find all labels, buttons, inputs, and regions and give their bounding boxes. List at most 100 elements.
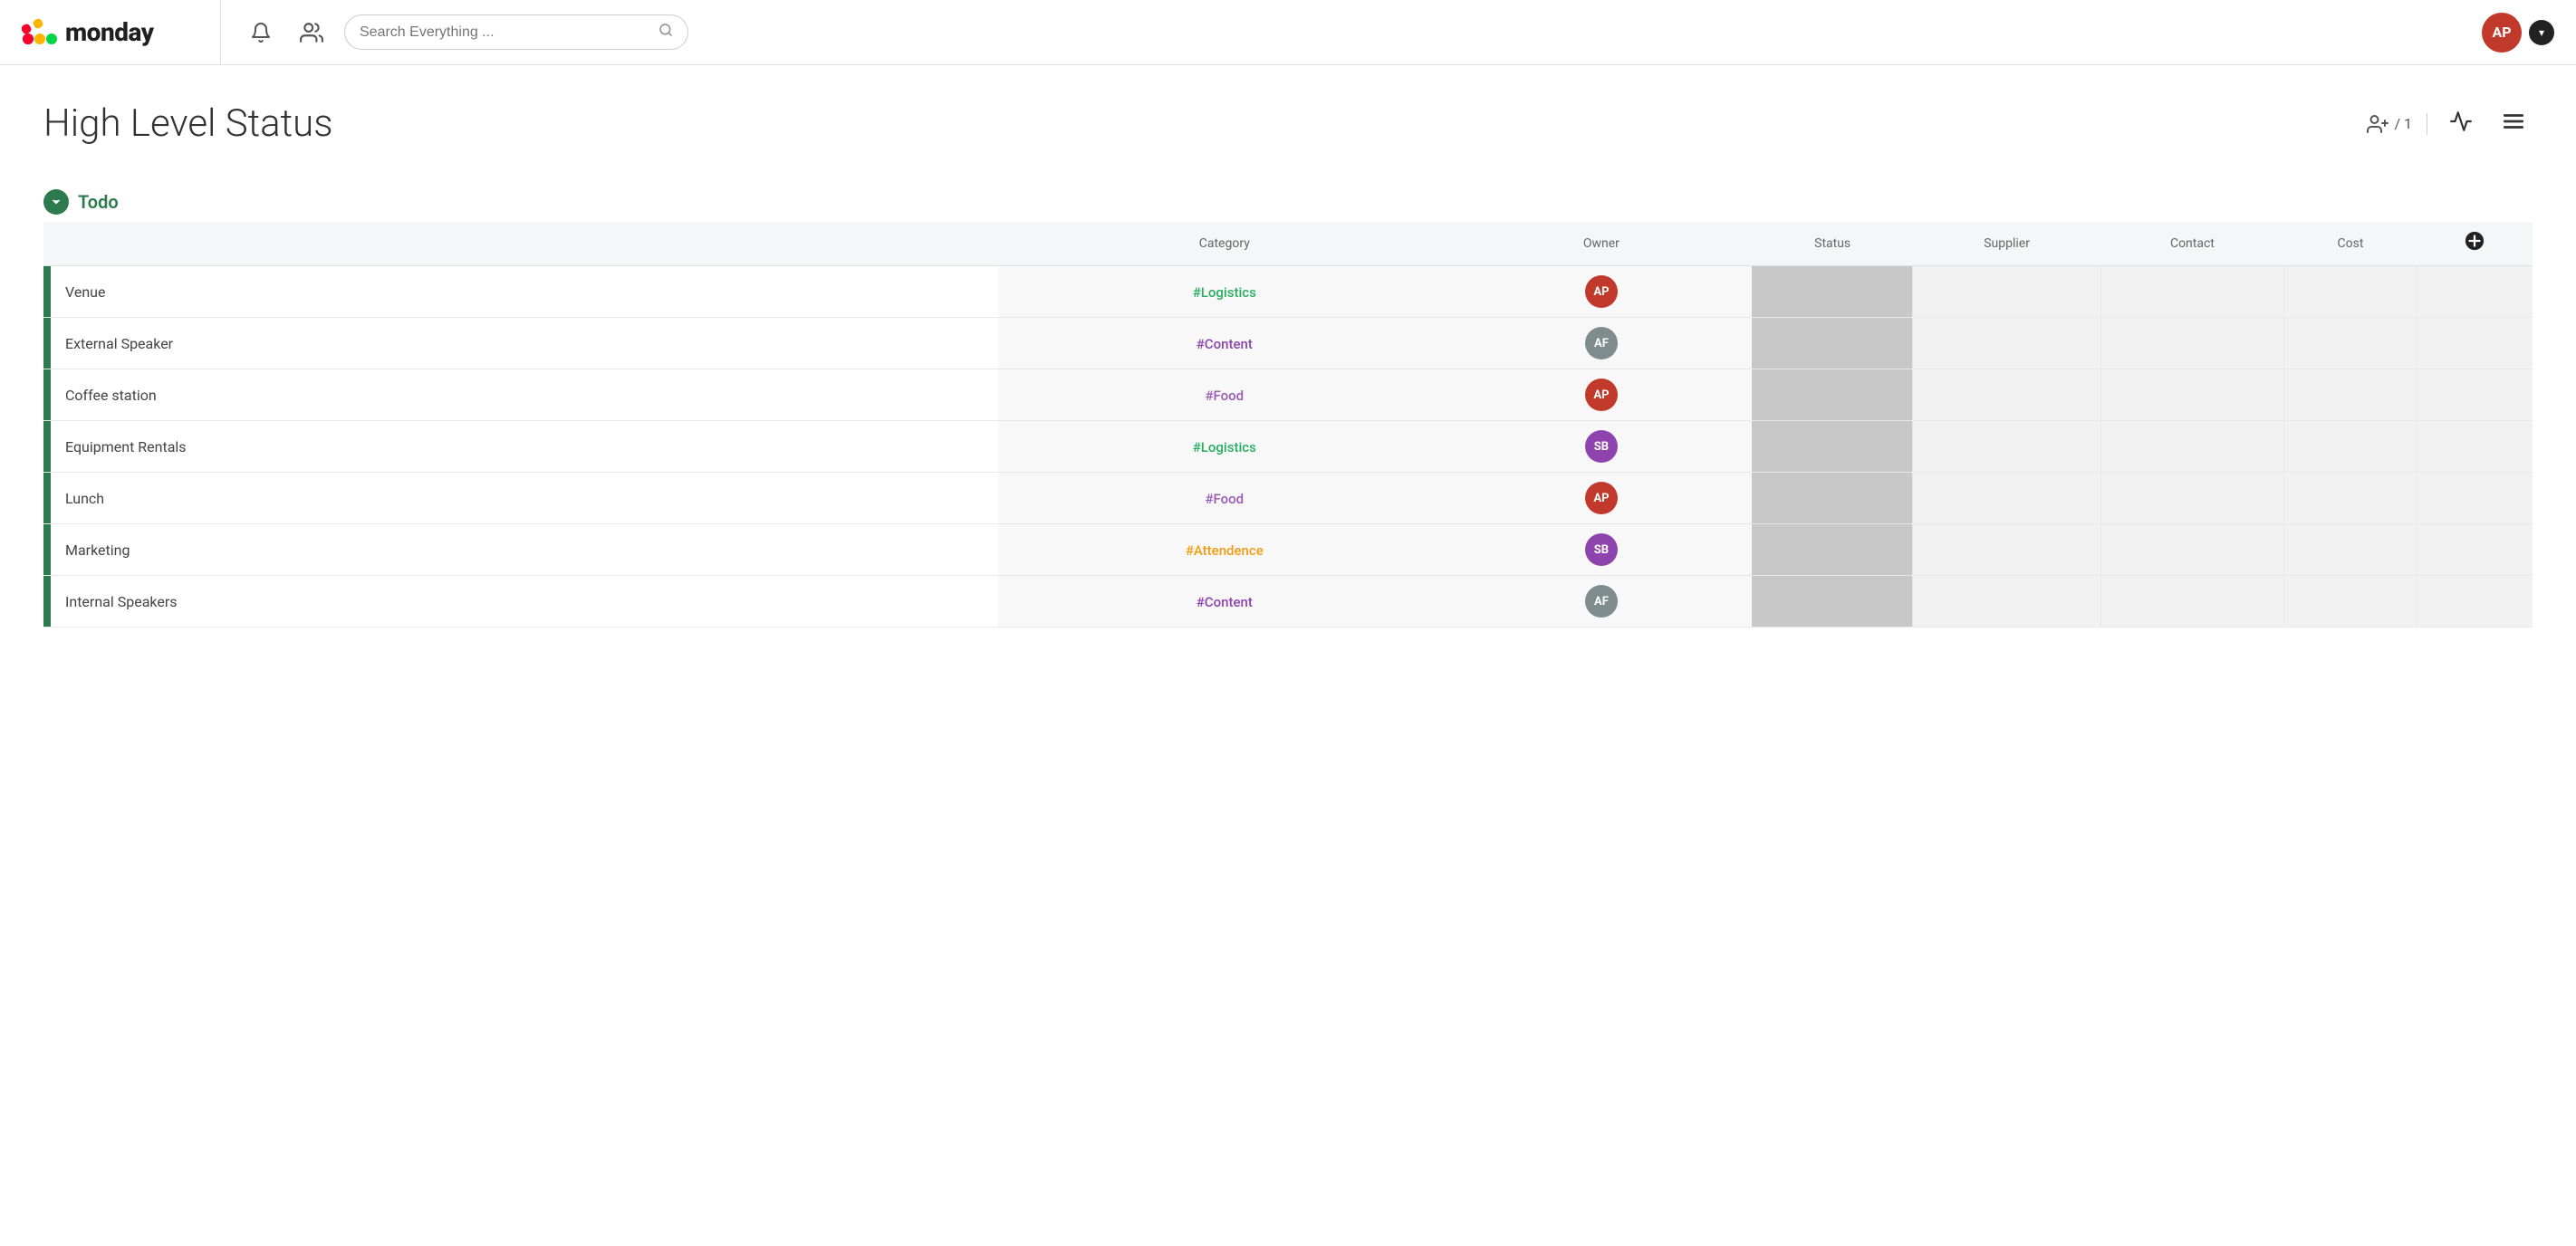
row-supplier-cell-3[interactable] (1913, 421, 2100, 473)
row-category-cell-6[interactable]: #Content (998, 576, 1450, 628)
search-submit-button[interactable] (658, 23, 673, 42)
row-contact-cell-4[interactable] (2100, 473, 2283, 524)
row-extra-cell-0 (2417, 266, 2533, 318)
row-contact-cell-5[interactable] (2100, 524, 2283, 576)
row-supplier-cell-1[interactable] (1913, 318, 2100, 369)
row-color-bar (43, 473, 51, 523)
row-contact-cell-0[interactable] (2100, 266, 2283, 318)
row-owner-cell-4[interactable]: AP (1450, 473, 1752, 524)
header-right: AP ▾ (2482, 13, 2554, 53)
table-body: Venue #Logistics AP External Speaker #Co… (43, 266, 2533, 628)
user-avatar: AP (2482, 13, 2522, 53)
row-name-cell-6[interactable]: Internal Speakers (43, 576, 998, 628)
row-contact-cell-6[interactable] (2100, 576, 2283, 628)
row-cost-cell-5[interactable] (2284, 524, 2417, 576)
table-row[interactable]: External Speaker #Content AF (43, 318, 2533, 369)
row-status-cell-3[interactable] (1752, 421, 1913, 473)
row-cost-cell-1[interactable] (2284, 318, 2417, 369)
table-row[interactable]: Venue #Logistics AP (43, 266, 2533, 318)
row-owner-cell-2[interactable]: AP (1450, 369, 1752, 421)
category-tag: #Content (1197, 594, 1253, 610)
group-name: Todo (78, 191, 119, 213)
search-bar[interactable] (344, 14, 688, 50)
group-header-row: Todo (43, 182, 2533, 222)
row-category-cell-1[interactable]: #Content (998, 318, 1450, 369)
row-status-cell-5[interactable] (1752, 524, 1913, 576)
col-contact-header: Contact (2100, 222, 2283, 266)
row-supplier-cell-5[interactable] (1913, 524, 2100, 576)
row-status-cell-1[interactable] (1752, 318, 1913, 369)
row-cost-cell-6[interactable] (2284, 576, 2417, 628)
menu-button[interactable] (2494, 102, 2533, 146)
row-owner-cell-0[interactable]: AP (1450, 266, 1752, 318)
board-table: Todo Category Owner Status Supplier Cont… (43, 182, 2533, 628)
group-chevron-icon (43, 189, 69, 215)
row-status-cell-4[interactable] (1752, 473, 1913, 524)
column-header-row: Category Owner Status Supplier Contact C… (43, 222, 2533, 266)
category-tag: #Attendence (1186, 542, 1264, 559)
table-row[interactable]: Marketing #Attendence SB (43, 524, 2533, 576)
row-supplier-cell-2[interactable] (1913, 369, 2100, 421)
row-name-cell-3[interactable]: Equipment Rentals (43, 421, 998, 473)
row-cost-cell-4[interactable] (2284, 473, 2417, 524)
row-name-text: Equipment Rentals (65, 424, 187, 470)
row-category-cell-0[interactable]: #Logistics (998, 266, 1450, 318)
status-block (1752, 266, 1912, 317)
col-owner-header: Owner (1450, 222, 1752, 266)
owner-avatar: AP (1585, 379, 1618, 411)
row-contact-cell-2[interactable] (2100, 369, 2283, 421)
row-color-bar (43, 576, 51, 627)
row-supplier-cell-0[interactable] (1913, 266, 2100, 318)
row-category-cell-3[interactable]: #Logistics (998, 421, 1450, 473)
table-row[interactable]: Coffee station #Food AP (43, 369, 2533, 421)
col-add-header[interactable] (2417, 222, 2533, 266)
category-tag: #Food (1205, 491, 1244, 507)
status-block (1752, 318, 1912, 369)
activity-button[interactable] (2442, 102, 2480, 146)
row-contact-cell-1[interactable] (2100, 318, 2283, 369)
search-input[interactable] (360, 24, 658, 41)
add-column-button[interactable] (2465, 231, 2485, 256)
row-status-cell-6[interactable] (1752, 576, 1913, 628)
row-name-cell-0[interactable]: Venue (43, 266, 998, 318)
row-name-cell-5[interactable]: Marketing (43, 524, 998, 576)
row-name-text: Coffee station (65, 372, 157, 418)
group-label[interactable]: Todo (43, 189, 2533, 215)
row-category-cell-5[interactable]: #Attendence (998, 524, 1450, 576)
row-contact-cell-3[interactable] (2100, 421, 2283, 473)
row-cost-cell-2[interactable] (2284, 369, 2417, 421)
row-supplier-cell-6[interactable] (1913, 576, 2100, 628)
add-user-icon (2367, 113, 2389, 135)
row-owner-cell-5[interactable]: SB (1450, 524, 1752, 576)
owner-avatar: SB (1585, 430, 1618, 463)
owner-avatar: AF (1585, 327, 1618, 359)
row-status-cell-0[interactable] (1752, 266, 1913, 318)
row-name-text: Lunch (65, 475, 104, 522)
status-block (1752, 524, 1912, 575)
row-name-cell-4[interactable]: Lunch (43, 473, 998, 524)
row-category-cell-2[interactable]: #Food (998, 369, 1450, 421)
row-color-bar (43, 369, 51, 420)
row-status-cell-2[interactable] (1752, 369, 1913, 421)
people-button[interactable] (293, 14, 330, 51)
row-owner-cell-6[interactable]: AF (1450, 576, 1752, 628)
app-header: monday AP (0, 0, 2576, 65)
row-category-cell-4[interactable]: #Food (998, 473, 1450, 524)
table-row[interactable]: Equipment Rentals #Logistics SB (43, 421, 2533, 473)
row-cost-cell-0[interactable] (2284, 266, 2417, 318)
row-owner-cell-3[interactable]: SB (1450, 421, 1752, 473)
table-row[interactable]: Lunch #Food AP (43, 473, 2533, 524)
owner-avatar: AP (1585, 482, 1618, 514)
row-color-bar (43, 524, 51, 575)
notifications-button[interactable] (243, 14, 279, 51)
row-name-cell-1[interactable]: External Speaker (43, 318, 998, 369)
row-name-cell-2[interactable]: Coffee station (43, 369, 998, 421)
row-owner-cell-1[interactable]: AF (1450, 318, 1752, 369)
row-cost-cell-3[interactable] (2284, 421, 2417, 473)
table-row[interactable]: Internal Speakers #Content AF (43, 576, 2533, 628)
user-dropdown-button[interactable]: ▾ (2529, 20, 2554, 45)
row-supplier-cell-4[interactable] (1913, 473, 2100, 524)
row-extra-cell-6 (2417, 576, 2533, 628)
row-extra-cell-2 (2417, 369, 2533, 421)
owner-avatar: AF (1585, 585, 1618, 618)
